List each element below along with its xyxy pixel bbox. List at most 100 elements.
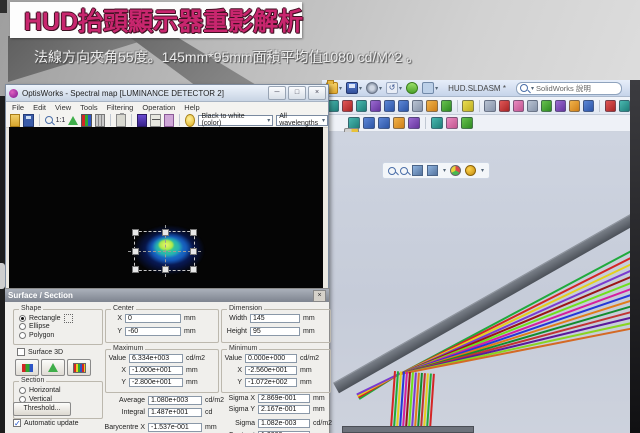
appearance-icon[interactable] <box>450 165 461 176</box>
selection-handle[interactable] <box>190 266 197 273</box>
menu-operation[interactable]: Operation <box>142 103 175 112</box>
selection-rectangle[interactable] <box>134 231 195 271</box>
rebuild-button[interactable] <box>406 82 418 94</box>
component-pattern-icon[interactable] <box>370 100 381 112</box>
source-tool-icon[interactable] <box>393 117 405 129</box>
smart-fastener-icon[interactable] <box>384 100 395 112</box>
display-style-icon[interactable] <box>427 165 438 176</box>
sketch-icon[interactable] <box>583 100 594 112</box>
max-x-field[interactable]: -1.000e+001 <box>129 366 183 375</box>
help-search-box[interactable]: ▾ SolidWorks 說明 <box>516 82 622 95</box>
optisworks-titlebar[interactable]: OptisWorks - Spectral map [LUMINANCE DET… <box>6 85 328 102</box>
threshold-button[interactable]: Threshold... <box>13 402 71 416</box>
menu-tools[interactable]: Tools <box>80 103 98 112</box>
exploded-view-icon[interactable] <box>499 100 510 112</box>
barycentre-x-field[interactable]: -1.537e-001 <box>148 423 202 432</box>
close-icon[interactable]: × <box>313 290 326 302</box>
zoom-area-icon[interactable] <box>400 167 408 175</box>
settings-button[interactable]: ▾ <box>366 82 382 94</box>
color-triangle-icon[interactable] <box>68 116 78 125</box>
view-orientation-icon[interactable] <box>412 165 423 176</box>
clipboard-icon[interactable] <box>116 114 126 127</box>
average-field[interactable]: 1.080e+003 <box>148 396 202 405</box>
radio-horizontal[interactable]: Horizontal <box>19 387 61 394</box>
palette-select[interactable]: Black to white (color) ▾ <box>198 115 273 126</box>
sigma-y-field[interactable]: 2.167e-001 <box>258 405 310 414</box>
selection-handle[interactable] <box>190 248 197 255</box>
curve-icon[interactable] <box>527 100 538 112</box>
selection-handle[interactable] <box>162 266 169 273</box>
height-field[interactable]: 95 <box>250 327 300 336</box>
rgb-map-icon[interactable] <box>81 114 91 127</box>
display-button[interactable]: ▾ <box>422 82 438 94</box>
clipboard-icon[interactable] <box>484 100 495 112</box>
wavelength-select[interactable]: All wavelengths ▾ <box>276 115 328 126</box>
max-value-field[interactable]: 6.334e+003 <box>129 354 183 363</box>
menu-edit[interactable]: Edit <box>33 103 46 112</box>
integral-field[interactable]: 1.487e+001 <box>148 408 202 417</box>
pgu-detector-bar[interactable] <box>342 426 474 433</box>
center-y-field[interactable]: -60 <box>125 327 181 336</box>
surface3d-checkbox[interactable]: Surface 3D <box>17 348 63 356</box>
menu-view[interactable]: View <box>55 103 71 112</box>
color-triangle-button[interactable] <box>41 359 65 376</box>
mate-tool-icon[interactable] <box>356 100 367 112</box>
sensor-tool-icon[interactable] <box>408 117 420 129</box>
simulation-icon[interactable] <box>513 100 524 112</box>
selection-handle[interactable] <box>132 266 139 273</box>
bulb-icon[interactable] <box>462 100 473 112</box>
close-button[interactable]: × <box>308 86 326 100</box>
zoom-icon[interactable] <box>45 116 53 124</box>
sigma-x-field[interactable]: 2.869e-001 <box>258 394 310 403</box>
chart-icon[interactable] <box>137 114 147 127</box>
3d-view-icon[interactable] <box>461 117 473 129</box>
assembly-tool-icon[interactable] <box>328 100 339 112</box>
menu-file[interactable]: File <box>12 103 24 112</box>
move-component-icon[interactable] <box>398 100 409 112</box>
simulation-run-icon[interactable] <box>431 117 443 129</box>
result-map-icon[interactable] <box>446 117 458 129</box>
auto-update-checkbox[interactable]: ✓ Automatic update <box>13 419 78 427</box>
surface-tool-icon[interactable] <box>363 117 375 129</box>
lamp-icon[interactable] <box>185 114 195 127</box>
selection-handle[interactable] <box>190 229 197 236</box>
show-hidden-icon[interactable] <box>412 100 423 112</box>
reference-geometry-icon[interactable] <box>441 100 452 112</box>
filter-icon[interactable] <box>164 114 174 127</box>
selection-handle[interactable] <box>132 248 139 255</box>
mass-properties-icon[interactable] <box>619 100 630 112</box>
save-icon[interactable] <box>23 114 33 127</box>
menu-help[interactable]: Help <box>184 103 199 112</box>
radio-ellipse[interactable]: Ellipse <box>19 323 50 330</box>
levels-icon[interactable] <box>150 114 160 127</box>
measure-icon[interactable] <box>605 100 616 112</box>
sigma-field[interactable]: 1.082e-003 <box>258 419 310 428</box>
min-value-field[interactable]: 0.000e+000 <box>245 354 297 363</box>
radio-rectangle[interactable]: Rectangle <box>19 314 73 323</box>
dimxpert-icon[interactable] <box>555 100 566 112</box>
menu-filtering[interactable]: Filtering <box>107 103 134 112</box>
selection-handle[interactable] <box>162 229 169 236</box>
max-y-field[interactable]: -2.800e+001 <box>129 378 183 387</box>
width-field[interactable]: 145 <box>250 314 300 323</box>
zoom-fit-icon[interactable] <box>388 167 396 175</box>
panel-titlebar[interactable]: Surface / Section × <box>5 289 329 302</box>
open-icon[interactable] <box>10 114 20 127</box>
rgb-display-button[interactable] <box>15 359 39 376</box>
grid-display-button[interactable] <box>67 359 91 376</box>
ruler-icon[interactable] <box>95 114 105 127</box>
assembly-feature-icon[interactable] <box>426 100 437 112</box>
scene-icon[interactable] <box>465 165 476 176</box>
maximize-button[interactable]: □ <box>288 86 306 100</box>
solidworks-titlebar[interactable]: ▾ ▾ ▾ ↺▾ ▾ HUD.SLDASM * ▾ SolidWorks 說明 <box>322 80 630 97</box>
detector-tool-icon[interactable] <box>378 117 390 129</box>
save-button[interactable]: ▾ <box>346 82 362 94</box>
3d-viewport[interactable]: ▾ ▾ <box>322 132 630 433</box>
insert-component-icon[interactable] <box>342 100 353 112</box>
minimize-button[interactable]: ─ <box>268 86 286 100</box>
min-x-field[interactable]: -2.560e+001 <box>245 366 297 375</box>
evaluate-icon[interactable] <box>541 100 552 112</box>
center-x-field[interactable]: 0 <box>125 314 181 323</box>
render-tools-icon[interactable] <box>569 100 580 112</box>
radio-polygon[interactable]: Polygon <box>19 332 54 339</box>
